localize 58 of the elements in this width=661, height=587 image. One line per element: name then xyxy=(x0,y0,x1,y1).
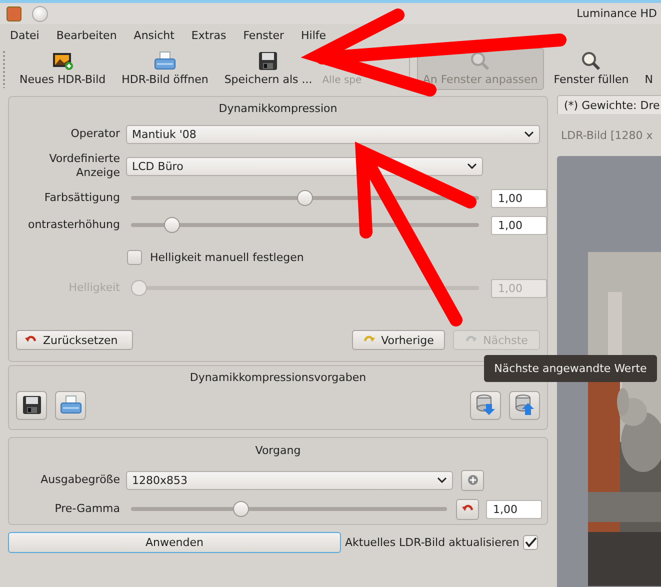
slider[interactable] xyxy=(131,217,479,233)
checkbox-label: Helligkeit manuell festlegen xyxy=(150,250,304,264)
group-title: Dynamikkompressionsvorgaben xyxy=(190,370,366,384)
menu-item[interactable]: Bearbeiten xyxy=(56,28,117,42)
tab[interactable]: (*) Gewichte: Dre xyxy=(557,95,661,114)
field-label: ontrasterhöhung xyxy=(26,218,121,232)
checkbox-label: Aktuelles LDR-Bild aktualisieren xyxy=(345,536,520,548)
menu-item[interactable]: Extras xyxy=(191,28,226,42)
reset-button[interactable] xyxy=(456,498,479,520)
toolbar-button[interactable]: N xyxy=(638,48,659,90)
image-icon xyxy=(52,51,74,71)
field-label: Farbsättigung xyxy=(43,191,121,205)
add-button[interactable] xyxy=(461,470,484,490)
database-arrow-icon xyxy=(474,394,496,416)
magnifier-icon xyxy=(469,51,492,71)
slider[interactable] xyxy=(131,280,479,296)
toolbar-grip[interactable] xyxy=(2,50,6,88)
apply-button[interactable]: Anwenden xyxy=(8,532,341,552)
database-arrow-icon xyxy=(514,394,536,416)
checkbox[interactable] xyxy=(523,534,538,550)
field-label: Vordefinierte Anzeige xyxy=(48,152,121,180)
number-field[interactable]: 1,00 xyxy=(491,216,547,234)
icon-button[interactable] xyxy=(55,390,86,420)
menu-item[interactable]: Fenster xyxy=(243,28,284,42)
number-field[interactable]: 1,00 xyxy=(491,188,547,208)
menu-item[interactable]: Datei xyxy=(10,28,40,42)
field-label: Ausgabegröße xyxy=(40,473,121,487)
toolbar-button[interactable]: Fenster füllen xyxy=(548,48,635,90)
magnifier-icon xyxy=(580,51,602,71)
printer-icon xyxy=(60,395,82,415)
plus-icon xyxy=(468,475,478,485)
action-button[interactable]: Zurücksetzen xyxy=(16,330,133,350)
tooltip: Nächste angewandte Werte xyxy=(484,355,657,382)
printer-icon xyxy=(154,51,176,71)
field-label: Operator xyxy=(70,127,121,141)
window-title: Luminance HD xyxy=(576,7,657,20)
menu-item[interactable]: Hilfe xyxy=(301,28,326,42)
menu-item[interactable]: Ansicht xyxy=(134,28,174,42)
group-title: Vorgang xyxy=(254,443,302,459)
field-label: Pre-Gamma xyxy=(54,502,121,516)
slider[interactable] xyxy=(131,190,479,206)
chevron-icon xyxy=(437,477,447,483)
toolbar-button[interactable]: Neues HDR-Bild xyxy=(14,48,112,90)
checkbox[interactable] xyxy=(127,250,142,264)
slider[interactable] xyxy=(131,501,447,517)
toolbar-button[interactable]: HDR-Bild öffnen xyxy=(116,48,214,90)
chevron-icon xyxy=(524,131,534,137)
icon-button[interactable] xyxy=(16,390,47,420)
size-dropdown[interactable]: 1280x853 xyxy=(126,470,453,490)
app-icon xyxy=(6,6,22,22)
toolbar-button[interactable]: Speichern als ... xyxy=(218,48,318,90)
image-caption: LDR-Bild [1280 x xyxy=(560,128,654,144)
operator-dropdown[interactable]: Mantiuk '08 xyxy=(126,124,540,144)
window-button[interactable] xyxy=(32,6,48,22)
chevron-icon xyxy=(467,163,477,169)
number-field[interactable]: 1,00 xyxy=(486,500,542,518)
action-button[interactable]: Vorherige xyxy=(352,330,445,350)
group-title: Dynamikkompression xyxy=(218,100,338,116)
